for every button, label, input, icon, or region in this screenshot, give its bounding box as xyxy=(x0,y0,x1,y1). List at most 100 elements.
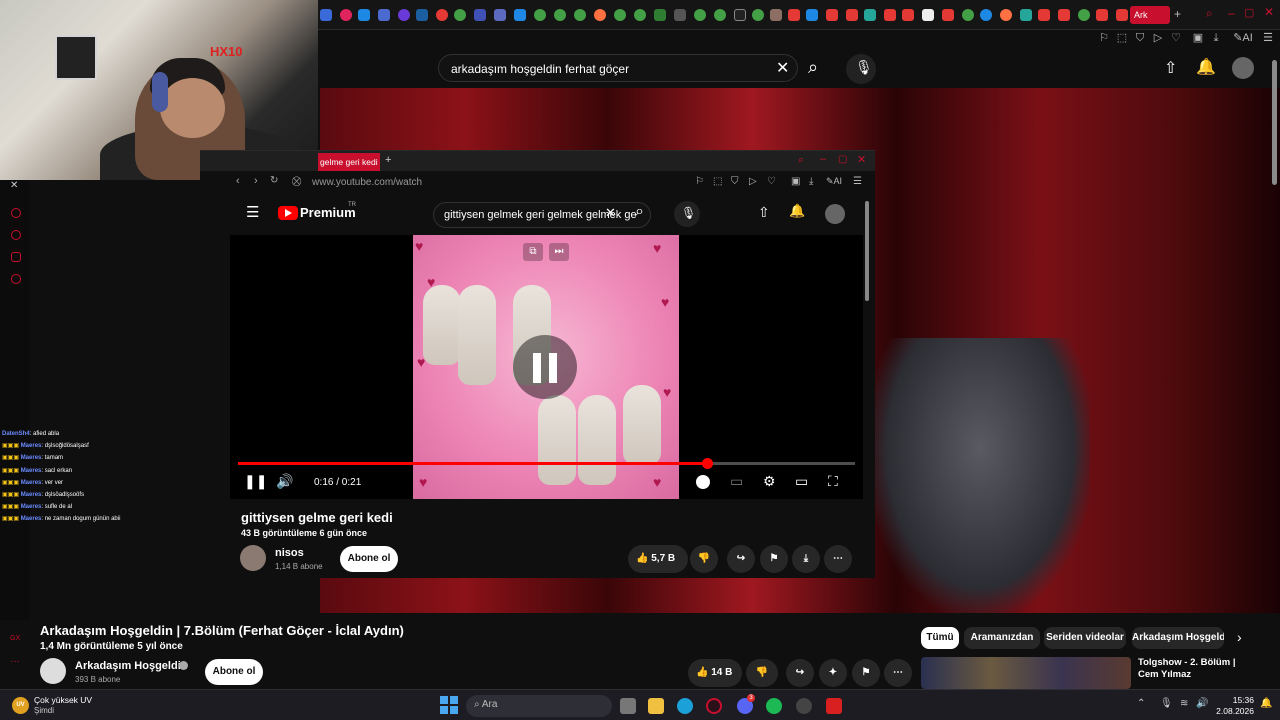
upload-icon[interactable]: ⇧ xyxy=(1164,58,1177,78)
youtube-logo-icon[interactable] xyxy=(278,206,298,220)
tab-favicon[interactable] xyxy=(694,9,706,21)
download-button[interactable]: ⤓ xyxy=(792,545,820,573)
settings-icon[interactable] xyxy=(11,274,21,284)
play-icon[interactable]: ▷ xyxy=(749,176,757,187)
more-actions-button[interactable]: ⋯ xyxy=(884,659,912,687)
share-button[interactable]: ↪ xyxy=(786,659,814,687)
chip-series-videos[interactable]: Seriden videolar xyxy=(1044,627,1126,649)
close-icon[interactable]: ✕ xyxy=(10,180,18,191)
bell-icon[interactable]: 🔔 xyxy=(1196,57,1216,77)
tab-favicon[interactable] xyxy=(864,9,876,21)
tab-favicon[interactable] xyxy=(734,9,746,21)
chip-from-search[interactable]: Aramanızdan xyxy=(964,627,1040,649)
like-button[interactable]: 👍 14 B xyxy=(688,659,742,687)
menu-icon[interactable]: ☰ xyxy=(853,176,862,187)
tab-favicon[interactable] xyxy=(714,9,726,21)
shield-icon[interactable]: ⛉ xyxy=(1134,32,1146,44)
tab-favicon[interactable] xyxy=(846,9,858,21)
search-icon[interactable]: ⌕ xyxy=(635,203,644,221)
tab-favicon[interactable] xyxy=(594,9,606,21)
tab-favicon[interactable] xyxy=(654,9,666,21)
tab-favicon[interactable] xyxy=(436,9,448,21)
shield-icon[interactable]: ⛉ xyxy=(731,176,739,187)
chevron-up-icon[interactable]: ⌃ xyxy=(1137,698,1145,709)
tab-favicon[interactable] xyxy=(674,9,686,21)
microphone-icon[interactable]: 🎙 xyxy=(1160,698,1173,709)
subscribe-button[interactable]: Abone ol xyxy=(205,659,263,685)
task-view-icon[interactable] xyxy=(620,698,636,714)
inner-scrollbar-thumb[interactable] xyxy=(865,201,869,301)
play-icon[interactable]: ▷ xyxy=(1152,32,1164,44)
tab-favicon[interactable] xyxy=(614,9,626,21)
tab-favicon[interactable] xyxy=(554,9,566,21)
tab-favicon[interactable] xyxy=(514,9,526,21)
extensions-icon[interactable] xyxy=(11,252,21,262)
forward-icon[interactable]: › xyxy=(254,175,258,187)
tab-favicon[interactable] xyxy=(902,9,914,21)
chip-channel[interactable]: Arkadaşım Hoşgeldi xyxy=(1132,627,1224,649)
tab-favicon[interactable] xyxy=(980,9,992,21)
start-button[interactable] xyxy=(440,696,458,714)
tab-favicon[interactable] xyxy=(962,9,974,21)
screenshot-icon[interactable]: ⬚ xyxy=(1116,32,1128,44)
tab-favicon[interactable] xyxy=(806,9,818,21)
tab-favicon[interactable] xyxy=(1058,9,1070,21)
tab-favicon[interactable] xyxy=(534,9,546,21)
avatar[interactable] xyxy=(825,204,845,224)
tab-favicon[interactable] xyxy=(942,9,954,21)
ai-icon[interactable]: ✎AI xyxy=(1230,32,1256,44)
save-button[interactable]: ⚑ xyxy=(760,545,788,573)
reload-icon[interactable]: ↻ xyxy=(270,175,278,186)
tab-favicon[interactable] xyxy=(1078,9,1090,21)
dislike-button[interactable]: 👎 xyxy=(690,545,718,573)
menu-icon[interactable]: ☰ xyxy=(1262,32,1274,44)
tab-favicon[interactable] xyxy=(378,9,390,21)
theater-icon[interactable]: ▭ xyxy=(795,473,808,490)
tab-favicon[interactable] xyxy=(494,9,506,21)
progress-bar[interactable] xyxy=(238,458,855,469)
tab-favicon[interactable] xyxy=(358,9,370,21)
url-text[interactable]: www.youtube.com/watch xyxy=(312,177,422,188)
hamburger-icon[interactable]: ☰ xyxy=(246,203,259,221)
tab-favicon[interactable] xyxy=(1116,9,1128,21)
tab-favicon[interactable] xyxy=(884,9,896,21)
tab-favicon[interactable] xyxy=(574,9,586,21)
steam-icon[interactable] xyxy=(796,698,812,714)
volume-icon[interactable]: 🔊 xyxy=(276,473,293,490)
weather-title[interactable]: Çok yüksek UV xyxy=(34,695,92,705)
save-button[interactable]: ⚑ xyxy=(852,659,880,687)
opera-gx-icon[interactable] xyxy=(706,698,722,714)
heart-icon[interactable]: ♡ xyxy=(767,176,776,187)
dislike-button[interactable]: 👎 xyxy=(746,659,778,687)
wifi-icon[interactable]: ≋ xyxy=(1180,698,1188,709)
autoplay-toggle[interactable] xyxy=(696,475,710,489)
subscribe-button[interactable]: Abone ol xyxy=(340,546,398,572)
recommended-thumbnail[interactable] xyxy=(921,657,1131,689)
search-tabs-icon[interactable]: ⌕ xyxy=(1206,6,1213,21)
tab-favicon[interactable] xyxy=(826,9,838,21)
progress-scrubber[interactable] xyxy=(701,458,713,469)
share-button[interactable]: ↪ xyxy=(727,545,755,573)
video-player[interactable]: ♥ ♥ ♥ ♥ ♥ ♥ ♥ ♥ ⧉ ⏭ ❚❚ 🔊 0:16 / 0:21 ▭ ⚙… xyxy=(230,235,863,499)
tab-favicon[interactable] xyxy=(788,9,800,21)
inner-active-tab[interactable]: gelme geri kedi xyxy=(318,153,380,171)
subtitles-icon[interactable]: ▭ xyxy=(730,473,743,490)
bookmark-icon[interactable]: ⚐ xyxy=(1098,32,1110,44)
channel-name[interactable]: nisos xyxy=(275,547,304,559)
inner-search-input[interactable]: gittiysen gelmek geri gelmek gelmek ge xyxy=(433,202,651,228)
maximize-icon[interactable]: ▢ xyxy=(838,154,847,165)
minimize-icon[interactable]: – xyxy=(820,153,826,165)
tab-favicon[interactable] xyxy=(1020,9,1032,21)
voice-search-button[interactable]: 🎙 xyxy=(846,54,876,84)
active-tab[interactable]: Ark xyxy=(1130,6,1170,24)
ask-ai-button[interactable]: ✦ xyxy=(819,659,847,687)
tab-favicon[interactable] xyxy=(474,9,486,21)
outer-search-input[interactable]: arkadaşım hoşgeldin ferhat göçer xyxy=(438,54,798,82)
tab-favicon[interactable] xyxy=(770,9,782,21)
voice-search-button[interactable]: 🎙 xyxy=(674,201,700,227)
bell-icon[interactable]: 🔔 xyxy=(789,203,805,219)
pause-overlay-icon[interactable] xyxy=(513,335,577,399)
tab-favicon[interactable] xyxy=(752,9,764,21)
clear-search-icon[interactable]: ✕ xyxy=(605,205,616,221)
edge-icon[interactable] xyxy=(677,698,693,714)
